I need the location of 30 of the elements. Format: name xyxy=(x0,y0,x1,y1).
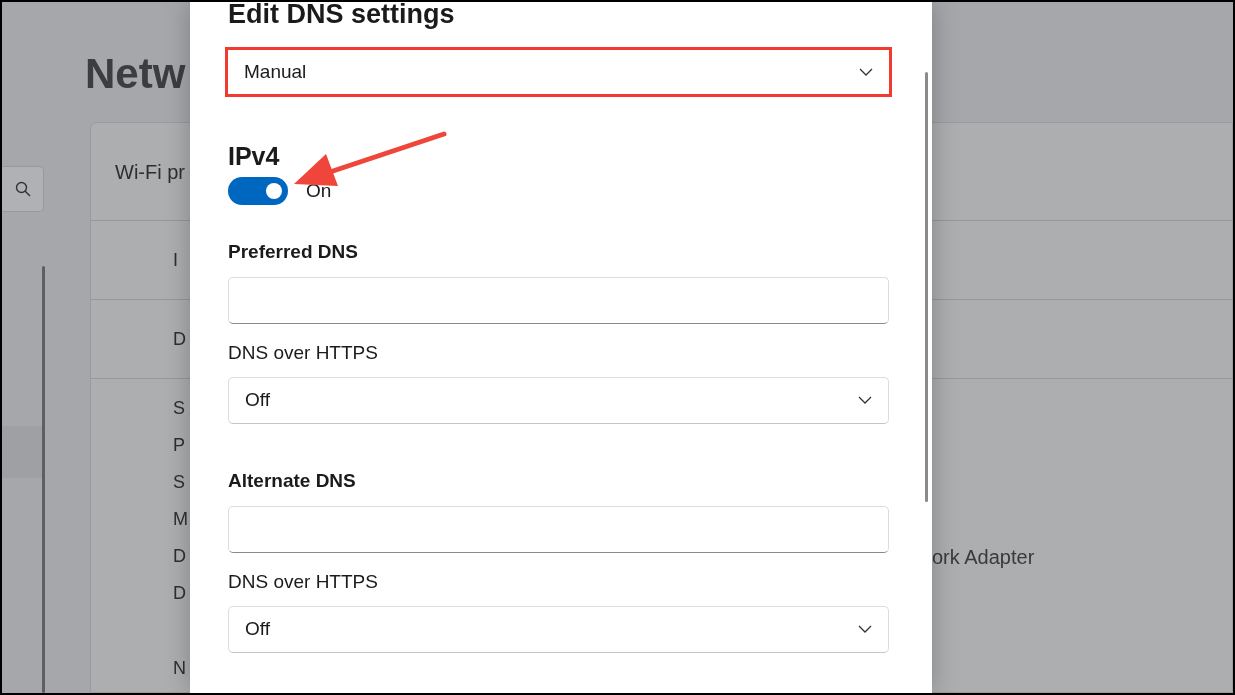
search-button[interactable] xyxy=(2,166,44,212)
property-value: ork Adapter xyxy=(932,544,1035,570)
input-field[interactable] xyxy=(228,505,889,553)
ipv4-heading: IPv4 xyxy=(228,141,280,171)
section-heading: Alternate DNS xyxy=(228,469,357,492)
setting-label: I xyxy=(173,248,178,272)
chevron-down-icon xyxy=(858,396,872,404)
input-field[interactable] xyxy=(228,276,889,324)
section-heading: Preferred DNS xyxy=(228,240,359,263)
chevron-down-icon xyxy=(859,68,873,76)
dropdown[interactable]: Off xyxy=(228,376,889,424)
page-title: Netw xyxy=(85,49,186,99)
toggle-switch[interactable] xyxy=(228,177,288,206)
setting-label: D xyxy=(173,327,186,351)
property-label: S xyxy=(173,471,185,494)
card-header: Wi-Fi pr xyxy=(115,159,185,185)
field-label: DNS over HTTPS xyxy=(228,341,379,364)
chevron-down-icon xyxy=(858,625,872,633)
field-label: DNS over HTTPS xyxy=(228,570,379,593)
property-label: N xyxy=(173,656,186,680)
property-label: M xyxy=(173,508,188,531)
dialog-title: Edit DNS settings xyxy=(228,2,456,27)
search-icon xyxy=(14,181,31,197)
property-label: S xyxy=(173,397,185,420)
toggle-label: On xyxy=(306,179,332,203)
property-label: D xyxy=(173,582,186,605)
property-label: D xyxy=(173,545,186,568)
dropdown[interactable]: Off xyxy=(228,605,889,653)
property-label: P xyxy=(173,434,185,457)
dropdown[interactable]: Manual xyxy=(225,47,892,97)
